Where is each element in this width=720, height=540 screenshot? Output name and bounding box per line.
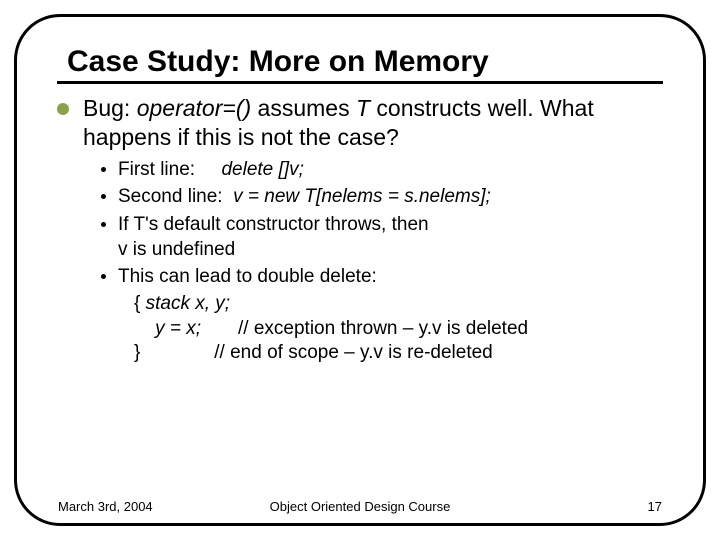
code-block: { stack x, y; y = x; // exception thrown… [134,292,528,366]
list-item: Second line: v = new T[nelems = s.nelems… [101,185,663,210]
list-text: This can lead to double delete: { stack … [118,265,528,366]
footer-date: March 3rd, 2004 [58,499,153,514]
list-item: This can lead to double delete: { stack … [101,265,663,366]
code: y = x; [134,318,201,339]
slide-footer: March 3rd, 2004 Object Oriented Design C… [58,499,662,514]
sub-bullet-list: First line: delete []v; Second line: v =… [101,158,663,367]
bullet-level1: Bug: operator=() assumes T constructs we… [57,94,663,152]
code-line: } // end of scope – y.v is re-deleted [134,341,528,366]
bullet-text: Bug: operator=() assumes T constructs we… [83,94,663,152]
label: First line: [118,159,195,180]
comment: // exception thrown – y.v is deleted [201,318,528,339]
comment: // end of scope – y.v is re-deleted [140,342,492,363]
bullet-dot-icon [101,274,106,279]
slide-title: Case Study: More on Memory [67,45,663,79]
bullet-dot-icon [101,222,106,227]
footer-page: 17 [648,499,662,514]
list-item: If T's default constructor throws, then … [101,213,663,262]
title-underline [57,81,663,84]
t-italic: T [356,95,370,121]
operator-italic: operator=() [137,95,251,121]
line: If T's default constructor throws, then [118,214,429,235]
line: v is undefined [118,239,235,260]
code: v = new T[nelems = s.nelems]; [233,186,491,207]
bullet-dot-icon [101,167,106,172]
txt: Bug: [83,95,137,121]
code-line: y = x; // exception thrown – y.v is dele… [134,317,528,342]
slide: Case Study: More on Memory Bug: operator… [0,0,720,540]
code: stack x, y; [146,293,230,314]
code-line: { stack x, y; [134,292,528,317]
list-text: If T's default constructor throws, then … [118,213,429,262]
code: delete []v; [221,159,303,180]
bullet-dot-icon [101,194,106,199]
intro: This can lead to double delete: [118,266,377,287]
list-text: First line: delete []v; [118,158,304,183]
list-text: Second line: v = new T[nelems = s.nelems… [118,185,491,210]
txt: { [134,293,146,314]
bullet-disc-icon [57,103,69,115]
txt: assumes [251,95,356,121]
list-item: First line: delete []v; [101,158,663,183]
slide-frame: Case Study: More on Memory Bug: operator… [14,14,706,526]
label: Second line: [118,186,223,207]
